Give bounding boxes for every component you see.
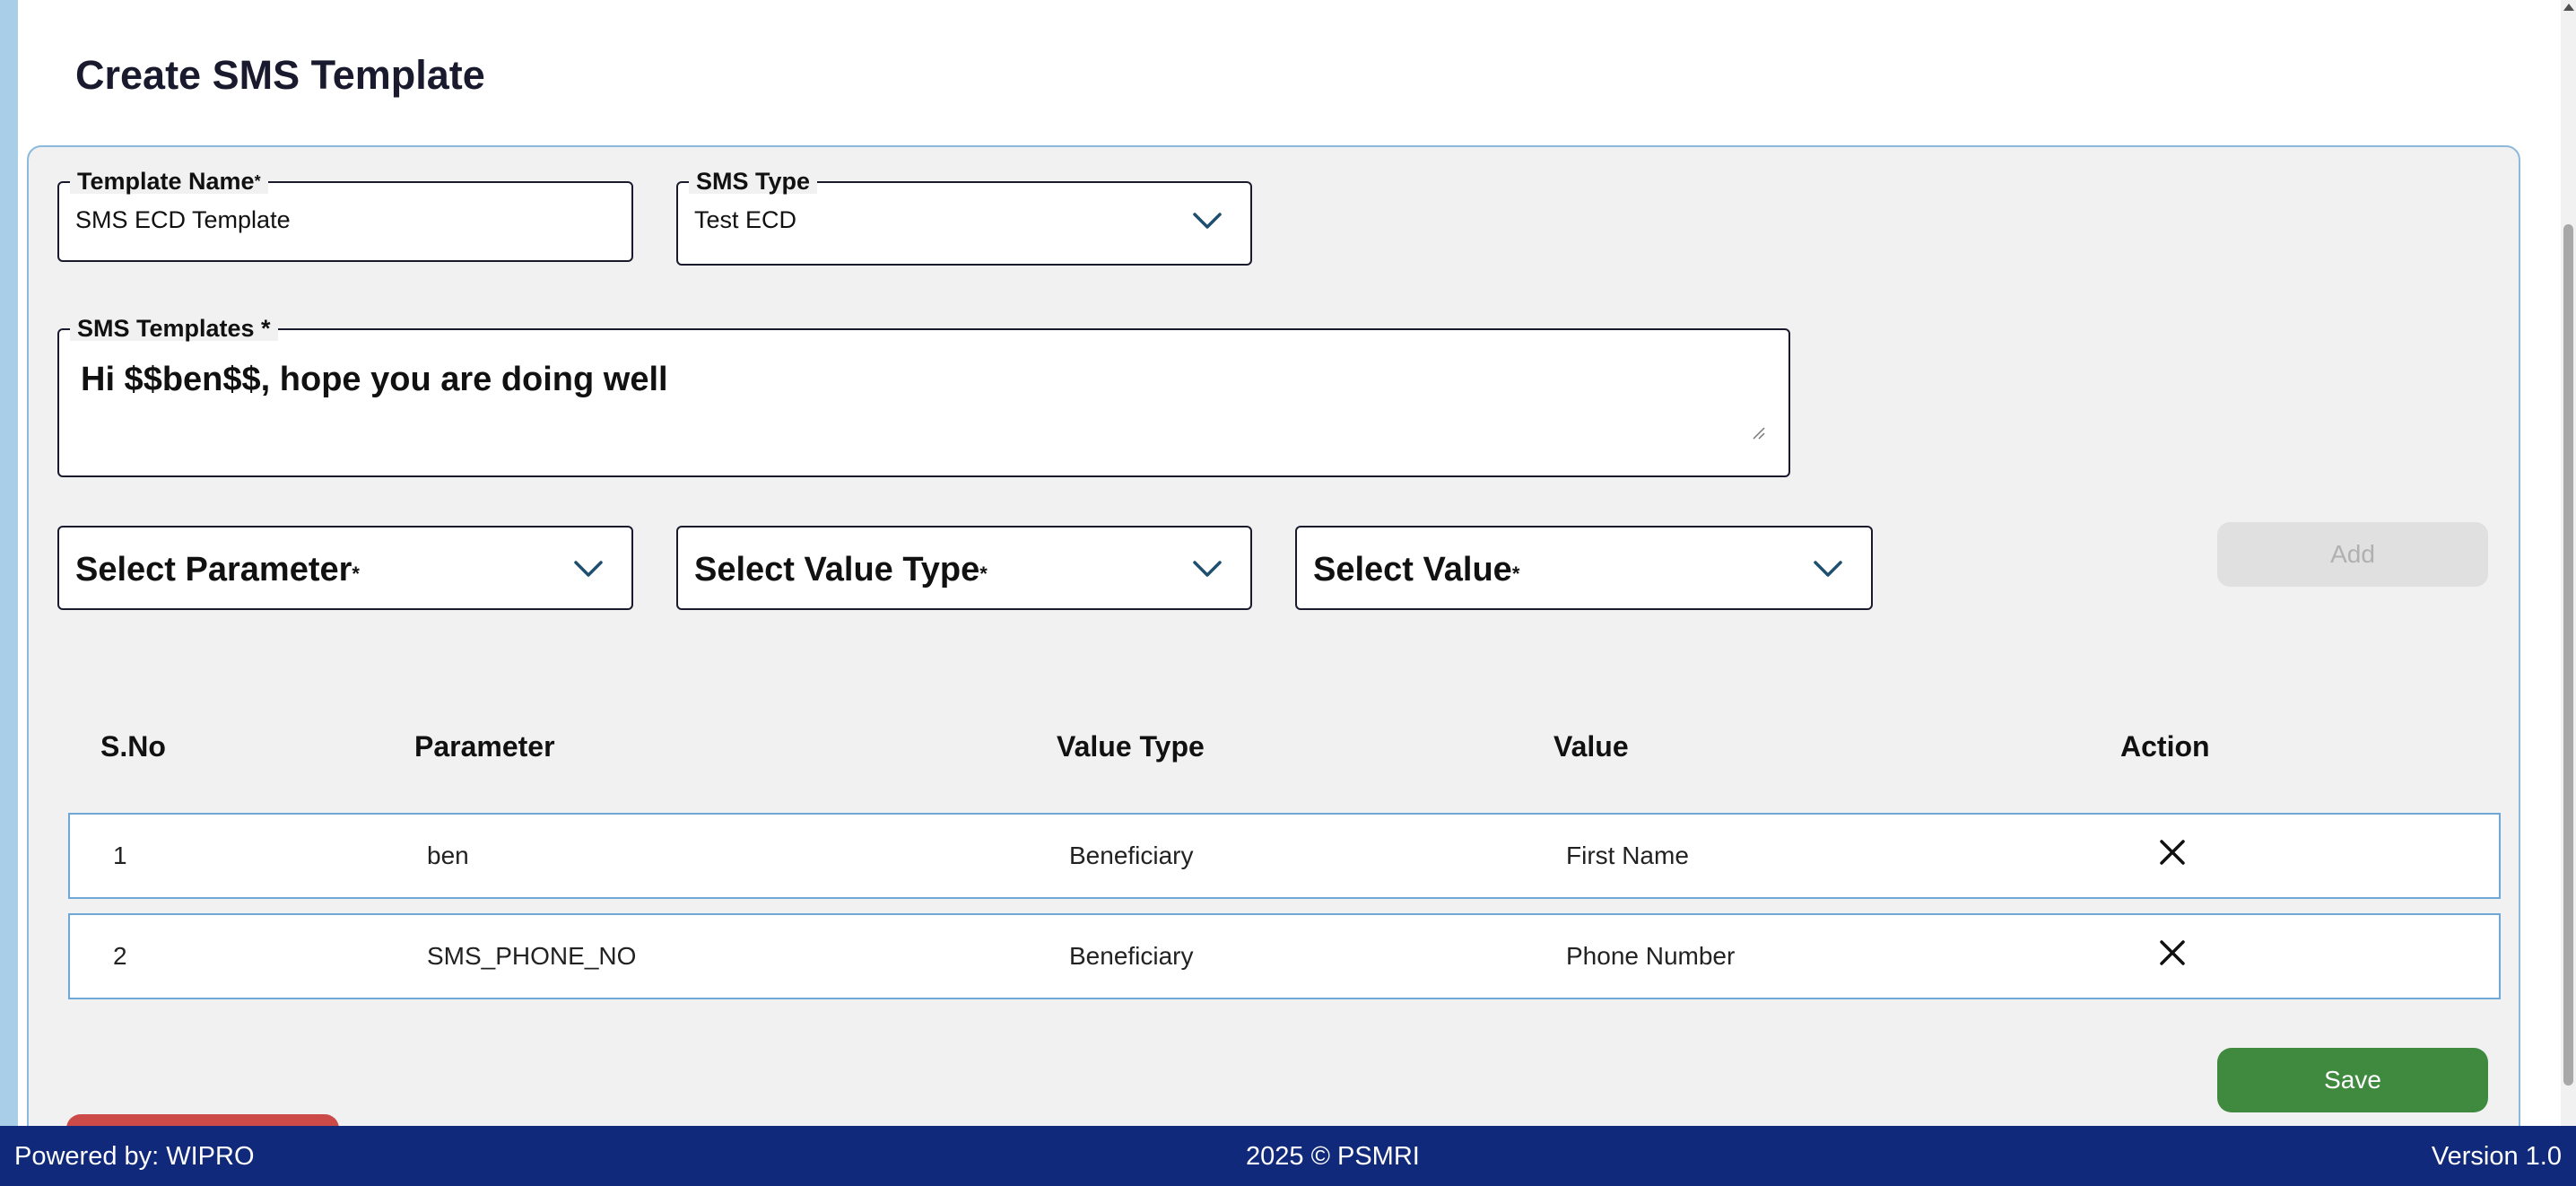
select-parameter-placeholder: Select Parameter* xyxy=(75,551,360,589)
sms-type-label: SMS Type xyxy=(689,169,818,194)
left-side-strip xyxy=(0,0,18,1126)
page-scrollbar[interactable] xyxy=(2561,0,2576,1126)
table-header-value-type: Value Type xyxy=(1057,730,1205,763)
chevron-down-icon xyxy=(1193,561,1222,577)
sms-type-select[interactable]: SMS Type Test ECD xyxy=(676,169,1252,266)
row-parameter: ben xyxy=(427,842,469,869)
row-value-type: Beneficiary xyxy=(1069,842,1194,869)
form-card: Template Name* SMS ECD Template SMS Type… xyxy=(27,145,2520,1179)
select-value-type-dropdown[interactable]: Select Value Type* xyxy=(676,526,1252,610)
row-value-type: Beneficiary xyxy=(1069,942,1194,970)
select-value-placeholder: Select Value* xyxy=(1313,551,1520,589)
row-sno: 2 xyxy=(113,942,127,970)
chevron-down-icon xyxy=(574,561,603,577)
footer-copyright: 2025 © PSMRI xyxy=(1246,1142,1420,1171)
select-value-type-placeholder: Select Value Type* xyxy=(694,551,988,589)
footer-powered-by: Powered by: WIPRO xyxy=(14,1142,255,1171)
chevron-down-icon xyxy=(1814,561,1842,577)
table-row: 2 SMS_PHONE_NO Beneficiary Phone Number xyxy=(68,913,2501,999)
scrollbar-thumb[interactable] xyxy=(2563,224,2573,1086)
template-name-value: SMS ECD Template xyxy=(75,206,291,233)
resize-grip-icon[interactable] xyxy=(1751,425,1765,440)
close-icon[interactable] xyxy=(2154,834,2190,870)
footer: Powered by: WIPRO 2025 © PSMRI Version 1… xyxy=(0,1126,2576,1186)
chevron-down-icon xyxy=(1193,213,1222,229)
row-value: Phone Number xyxy=(1566,942,1736,970)
save-button[interactable]: Save xyxy=(2217,1048,2488,1112)
table-header-value: Value xyxy=(1553,730,1629,763)
close-icon[interactable] xyxy=(2154,935,2190,971)
table-header-action: Action xyxy=(2120,730,2210,763)
table-header-parameter: Parameter xyxy=(414,730,555,763)
sms-templates-textarea[interactable]: SMS Templates * Hi $$ben$$, hope you are… xyxy=(57,316,1790,477)
scroll-up-icon[interactable] xyxy=(2563,4,2574,11)
sms-templates-value: Hi $$ben$$, hope you are doing well xyxy=(81,361,668,398)
select-parameter-dropdown[interactable]: Select Parameter* xyxy=(57,526,633,610)
row-parameter: SMS_PHONE_NO xyxy=(427,942,637,970)
template-name-field[interactable]: Template Name* SMS ECD Template xyxy=(57,169,633,262)
row-sno: 1 xyxy=(113,842,127,869)
page-content: Create SMS Template Template Name* SMS E… xyxy=(18,0,2561,1179)
sms-type-value: Test ECD xyxy=(694,206,797,233)
page-title: Create SMS Template xyxy=(75,52,485,98)
table-header-sno: S.No xyxy=(100,730,166,763)
footer-version: Version 1.0 xyxy=(2431,1142,2562,1171)
template-name-label: Template Name* xyxy=(70,169,268,194)
select-value-dropdown[interactable]: Select Value* xyxy=(1295,526,1873,610)
sms-templates-label: SMS Templates * xyxy=(70,316,278,341)
row-value: First Name xyxy=(1566,842,1689,869)
table-row: 1 ben Beneficiary First Name xyxy=(68,813,2501,899)
add-button[interactable]: Add xyxy=(2217,522,2488,587)
